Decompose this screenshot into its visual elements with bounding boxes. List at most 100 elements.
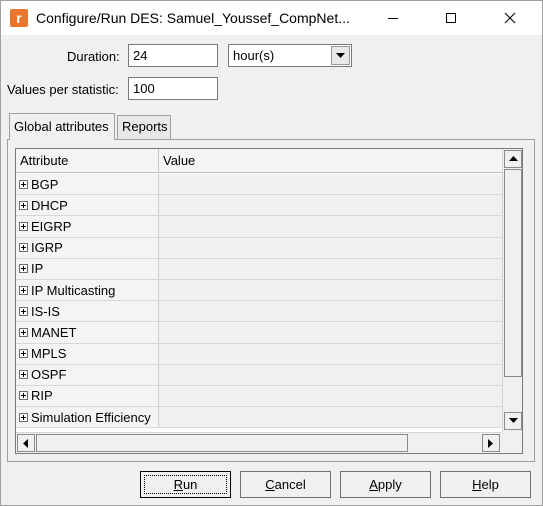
expand-plus-icon[interactable] xyxy=(19,179,28,189)
attribute-name: RIP xyxy=(31,388,53,404)
maximize-button[interactable] xyxy=(428,1,474,35)
attribute-cell[interactable]: IP Multicasting xyxy=(16,279,158,302)
table-row[interactable]: DHCP xyxy=(16,195,502,217)
expand-plus-icon[interactable] xyxy=(19,264,28,274)
table-row[interactable]: BGP xyxy=(16,174,502,196)
table-row[interactable]: IS-IS xyxy=(16,301,502,323)
attribute-cell[interactable]: OSPF xyxy=(16,364,158,386)
table-row[interactable]: OSPF xyxy=(16,364,502,386)
apply-button[interactable]: Apply xyxy=(340,471,431,498)
horizontal-scroll-thumb[interactable] xyxy=(36,434,408,452)
expand-plus-icon[interactable] xyxy=(19,306,28,316)
grid-rows: BGP DHCP EIGRP IGRP IP IP Multicasting IS-IS MA… xyxy=(16,174,502,429)
table-row[interactable]: IP xyxy=(16,258,502,280)
values-per-statistic-input[interactable]: 100 xyxy=(128,77,218,100)
help-label: Help xyxy=(472,477,499,492)
tab-global-attributes[interactable]: Global attributes xyxy=(9,113,115,140)
scroll-right-button[interactable] xyxy=(482,434,500,452)
tab-reports[interactable]: Reports xyxy=(117,115,171,139)
focus-ring xyxy=(144,475,227,494)
value-cell[interactable] xyxy=(158,407,502,429)
attribute-cell[interactable]: Simulation Efficiency xyxy=(16,407,158,429)
attribute-name: IS-IS xyxy=(31,303,60,319)
value-cell[interactable] xyxy=(158,279,502,302)
arrow-down-icon xyxy=(508,418,518,423)
attribute-cell[interactable]: MANET xyxy=(16,322,158,344)
arrow-left-icon xyxy=(23,438,28,448)
attribute-cell[interactable]: IGRP xyxy=(16,237,158,259)
cancel-label-rest: ancel xyxy=(274,477,306,492)
expand-plus-icon[interactable] xyxy=(19,349,28,359)
expand-plus-icon[interactable] xyxy=(19,327,28,337)
value-cell[interactable] xyxy=(158,322,502,344)
values-per-statistic-label: Values per statistic: xyxy=(7,82,119,97)
attribute-name: IP Multicasting xyxy=(31,282,116,298)
table-row[interactable]: IGRP xyxy=(16,237,502,259)
value-cell[interactable] xyxy=(158,385,502,408)
table-row[interactable]: EIGRP xyxy=(16,216,502,238)
attribute-cell[interactable]: MPLS xyxy=(16,343,158,365)
attribute-name: BGP xyxy=(31,176,59,192)
expand-plus-icon[interactable] xyxy=(19,370,28,380)
table-row[interactable]: IP Multicasting xyxy=(16,279,502,302)
attribute-cell[interactable]: RIP xyxy=(16,385,158,408)
expand-plus-icon[interactable] xyxy=(19,243,28,253)
value-cell[interactable] xyxy=(158,258,502,280)
value-cell[interactable] xyxy=(158,301,502,323)
duration-unit-select[interactable]: hour(s) xyxy=(228,44,352,67)
help-button[interactable]: Help xyxy=(440,471,531,498)
expand-plus-icon[interactable] xyxy=(19,200,28,210)
value-cell[interactable] xyxy=(158,174,502,196)
apply-label-rest: pply xyxy=(377,477,402,492)
dropdown-button[interactable] xyxy=(331,46,350,65)
value-cell[interactable] xyxy=(158,364,502,386)
attribute-name: OSPF xyxy=(31,367,67,383)
apply-mnemonic: A xyxy=(369,477,378,492)
duration-unit-value: hour(s) xyxy=(233,48,275,63)
help-mnemonic: H xyxy=(472,477,482,492)
value-cell[interactable] xyxy=(158,216,502,238)
duration-label: Duration: xyxy=(67,49,120,64)
table-row[interactable]: MPLS xyxy=(16,343,502,365)
horizontal-scrollbar[interactable] xyxy=(16,432,502,453)
grid-header: Attribute Value xyxy=(16,149,502,173)
attribute-cell[interactable]: BGP xyxy=(16,174,158,196)
column-divider[interactable] xyxy=(158,149,159,173)
column-header-attribute[interactable]: Attribute xyxy=(20,153,68,168)
value-cell[interactable] xyxy=(158,195,502,217)
attribute-cell[interactable]: IS-IS xyxy=(16,301,158,323)
title-bar[interactable]: r Configure/Run DES: Samuel_Youssef_Comp… xyxy=(1,1,542,35)
table-row[interactable]: MANET xyxy=(16,322,502,344)
expand-plus-icon[interactable] xyxy=(19,391,28,401)
minimize-icon xyxy=(388,18,398,19)
value-cell[interactable] xyxy=(158,237,502,259)
vertical-scrollbar[interactable] xyxy=(502,149,522,433)
cancel-button[interactable]: Cancel xyxy=(240,471,331,498)
scrollbar-corner xyxy=(502,432,522,453)
table-row[interactable]: RIP xyxy=(16,385,502,408)
help-label-rest: elp xyxy=(481,477,499,492)
chevron-down-icon xyxy=(336,52,345,58)
attribute-name: MPLS xyxy=(31,346,67,362)
close-button[interactable] xyxy=(487,1,533,35)
expand-plus-icon[interactable] xyxy=(19,285,28,295)
run-button[interactable]: Run xyxy=(140,471,231,498)
close-icon xyxy=(504,12,516,24)
attribute-cell[interactable]: DHCP xyxy=(16,195,158,217)
scroll-down-button[interactable] xyxy=(504,412,522,430)
expand-plus-icon[interactable] xyxy=(19,412,28,422)
minimize-button[interactable] xyxy=(370,1,416,35)
table-row[interactable]: Simulation Efficiency xyxy=(16,407,502,429)
scroll-up-button[interactable] xyxy=(504,150,522,168)
attribute-cell[interactable]: EIGRP xyxy=(16,216,158,238)
configure-run-dialog: r Configure/Run DES: Samuel_Youssef_Comp… xyxy=(0,0,543,506)
expand-plus-icon[interactable] xyxy=(19,221,28,231)
value-cell[interactable] xyxy=(158,343,502,365)
maximize-icon xyxy=(446,13,456,23)
attribute-cell[interactable]: IP xyxy=(16,258,158,280)
scroll-left-button[interactable] xyxy=(17,434,35,452)
vertical-scroll-thumb[interactable] xyxy=(504,169,522,377)
duration-input[interactable]: 24 xyxy=(128,44,218,67)
column-header-value[interactable]: Value xyxy=(163,153,195,168)
apply-label: Apply xyxy=(369,477,402,492)
